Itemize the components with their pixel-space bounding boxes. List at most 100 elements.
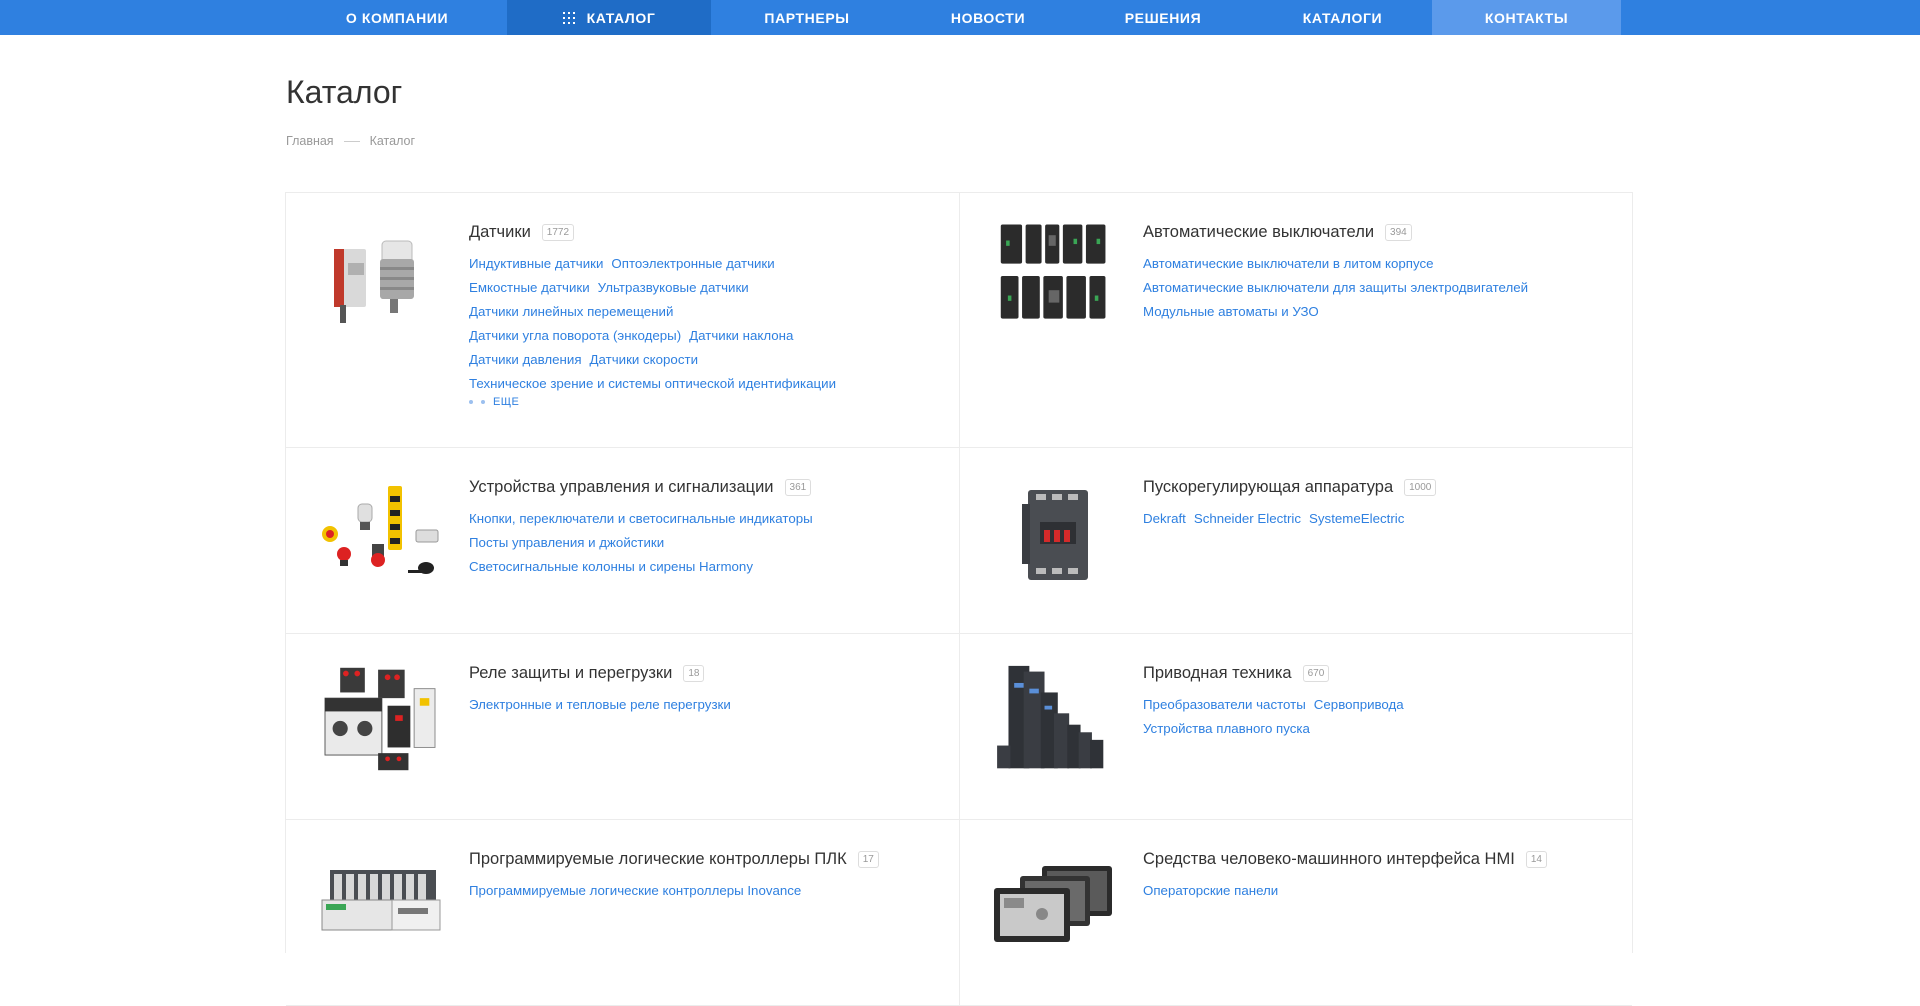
nav-item-label: ПАРТНЕРЫ <box>764 9 850 26</box>
breadcrumb-separator <box>343 140 360 142</box>
subcategory-link[interactable]: Dekraft <box>1143 511 1186 526</box>
subcategory-link[interactable]: Кнопки, переключатели и светосигнальные … <box>469 511 813 526</box>
catalog-section: Датчики 1772 Индуктивные датчики Оптоэлек… <box>286 193 959 448</box>
nav-item-catalogs[interactable]: КАТАЛОГИ <box>1253 0 1432 35</box>
subcategory-link[interactable]: Датчики наклона <box>689 328 793 343</box>
catalog-section: Средства человеко-машинного интерфейса H… <box>959 820 1632 1006</box>
category-title-plc[interactable]: Программируемые логические контроллеры П… <box>469 850 939 869</box>
category-count-badge: 670 <box>1302 665 1330 682</box>
catalog-section: Устройства управления и сигнализации 361… <box>286 448 959 634</box>
nav-item-about[interactable]: О КОМПАНИИ <box>287 0 507 35</box>
subcategory-link[interactable]: Автоматические выключатели для защиты эл… <box>1143 280 1528 295</box>
drives-image[interactable] <box>992 664 1116 774</box>
more-label: ЕЩЕ <box>493 396 520 408</box>
contactor-image[interactable] <box>992 484 1116 594</box>
top-navigation: О КОМПАНИИ КАТАЛОГ ПАРТНЕРЫ НОВОСТИ РЕШЕ… <box>0 0 1920 35</box>
category-count-badge: 18 <box>683 665 705 682</box>
subcategory-link[interactable]: Преобразователи частоты <box>1143 697 1306 712</box>
subcategory-list: Dekraft Schneider Electric SystemeElectric <box>1143 507 1613 531</box>
subcategory-link[interactable]: Техническое зрение и системы оптической … <box>469 376 836 391</box>
category-title-text: Программируемые логические контроллеры П… <box>469 850 847 868</box>
catalog-section: Программируемые логические контроллеры П… <box>286 820 959 1006</box>
nav-item-contacts[interactable]: КОНТАКТЫ <box>1432 0 1621 35</box>
subcategory-link[interactable]: Ультразвуковые датчики <box>598 280 749 295</box>
subcategory-link[interactable]: Модульные автоматы и УЗО <box>1143 304 1319 319</box>
category-title-text: Автоматические выключатели <box>1143 223 1375 241</box>
category-count-badge: 14 <box>1525 851 1547 868</box>
catalog-section: Реле защиты и перегрузки 18 Электронные … <box>286 634 959 820</box>
category-title-text: Устройства управления и сигнализации <box>469 478 774 496</box>
category-count-badge: 361 <box>784 479 812 496</box>
nav-item-label: РЕШЕНИЯ <box>1124 9 1202 26</box>
nav-item-catalog[interactable]: КАТАЛОГ <box>507 0 711 35</box>
subcategory-link[interactable]: Светосигнальные колонны и сирены Harmony <box>469 559 753 574</box>
category-title-starter-equipment[interactable]: Пускорегулирующая аппаратура 1000 <box>1143 478 1613 497</box>
nav-item-partners[interactable]: ПАРТНЕРЫ <box>711 0 903 35</box>
hmi-panels-image[interactable] <box>992 864 1116 974</box>
category-title-hmi[interactable]: Средства человеко-машинного интерфейса H… <box>1143 850 1613 869</box>
category-title-drive-technology[interactable]: Приводная техника 670 <box>1143 664 1613 683</box>
nav-item-label: О КОМПАНИИ <box>345 9 449 26</box>
subcategory-link[interactable]: Сервопривода <box>1314 697 1404 712</box>
dot-icon <box>469 400 473 404</box>
subcategory-link[interactable]: SystemeElectric <box>1309 511 1404 526</box>
subcategory-link[interactable]: Операторские панели <box>1143 883 1278 898</box>
subcategory-list: Операторские панели <box>1143 879 1613 903</box>
subcategory-link[interactable]: Датчики угла поворота (энкодеры) <box>469 328 681 343</box>
subcategory-list: Программируемые логические контроллеры I… <box>469 879 939 903</box>
category-count-badge: 1772 <box>541 224 575 241</box>
subcategory-link[interactable]: Емкостные датчики <box>469 280 590 295</box>
breadcrumb-current: Каталог <box>369 134 416 148</box>
nav-menu: О КОМПАНИИ КАТАЛОГ ПАРТНЕРЫ НОВОСТИ РЕШЕ… <box>287 0 1621 35</box>
nav-item-label: НОВОСТИ <box>950 9 1026 26</box>
nav-item-label: КОНТАКТЫ <box>1484 9 1569 26</box>
catalog-section: Приводная техника 670 Преобразователи ча… <box>959 634 1632 820</box>
subcategory-link[interactable]: Датчики скорости <box>590 352 698 367</box>
plc-image[interactable] <box>318 860 442 970</box>
more-button[interactable]: ЕЩЕ <box>469 396 939 408</box>
category-title-circuit-breakers[interactable]: Автоматические выключатели 394 <box>1143 223 1613 242</box>
category-title-text: Приводная техника <box>1143 664 1292 682</box>
page-title: Каталог <box>286 74 403 110</box>
subcategory-list: Электронные и тепловые реле перегрузки <box>469 693 939 717</box>
sensors-image[interactable] <box>318 231 442 341</box>
subcategory-link[interactable]: Датчики давления <box>469 352 582 367</box>
category-count-badge: 394 <box>1385 224 1412 241</box>
breadcrumb-home-link[interactable]: Главная <box>286 134 334 148</box>
subcategory-link[interactable]: Индуктивные датчики <box>469 256 603 271</box>
category-title-text: Средства человеко-машинного интерфейса H… <box>1143 850 1515 868</box>
subcategory-link[interactable]: Программируемые логические контроллеры I… <box>469 883 801 898</box>
category-title-sensors[interactable]: Датчики 1772 <box>469 223 939 242</box>
category-title-protection-relays[interactable]: Реле защиты и перегрузки 18 <box>469 664 939 683</box>
subcategory-link[interactable]: Автоматические выключатели в литом корпу… <box>1143 256 1434 271</box>
subcategory-list: Индуктивные датчики Оптоэлектронные датчи… <box>469 252 939 396</box>
nav-item-label: КАТАЛОГИ <box>1302 9 1383 26</box>
category-title-text: Реле защиты и перегрузки <box>469 664 673 682</box>
nav-item-solutions[interactable]: РЕШЕНИЯ <box>1073 0 1253 35</box>
subcategory-link[interactable]: Посты управления и джойстики <box>469 535 664 550</box>
catalog-section: Пускорегулирующая аппаратура 1000 Dekraf… <box>959 448 1632 634</box>
nav-item-news[interactable]: НОВОСТИ <box>903 0 1073 35</box>
nav-item-label: КАТАЛОГ <box>586 9 656 26</box>
catalog-grid: Датчики 1772 Индуктивные датчики Оптоэлек… <box>285 192 1633 1006</box>
category-title-text: Датчики <box>469 223 531 241</box>
grid-icon <box>562 11 575 24</box>
category-count-badge: 17 <box>857 851 879 868</box>
category-count-badge: 1000 <box>1404 479 1437 496</box>
category-title-text: Пускорегулирующая аппаратура <box>1143 478 1394 496</box>
subcategory-link[interactable]: Электронные и тепловые реле перегрузки <box>469 697 731 712</box>
control-devices-image[interactable] <box>318 482 442 592</box>
subcategory-link[interactable]: Оптоэлектронные датчики <box>611 256 774 271</box>
subcategory-list: Кнопки, переключатели и светосигнальные … <box>469 507 939 579</box>
subcategory-link[interactable]: Устройства плавного пуска <box>1143 721 1310 736</box>
subcategory-list: Преобразователи частоты Сервопривода Устр… <box>1143 693 1613 741</box>
subcategory-link[interactable]: Schneider Electric <box>1194 511 1301 526</box>
subcategory-link[interactable]: Датчики линейных перемещений <box>469 304 673 319</box>
catalog-section: Автоматические выключатели 394 Автоматич… <box>959 193 1632 448</box>
circuit-breakers-image[interactable] <box>992 221 1116 331</box>
relays-image[interactable] <box>318 664 442 774</box>
dot-icon <box>481 400 485 404</box>
subcategory-list: Автоматические выключатели в литом корпу… <box>1143 252 1613 324</box>
breadcrumb: Главная Каталог <box>286 134 415 148</box>
category-title-control-devices[interactable]: Устройства управления и сигнализации 361 <box>469 478 939 497</box>
